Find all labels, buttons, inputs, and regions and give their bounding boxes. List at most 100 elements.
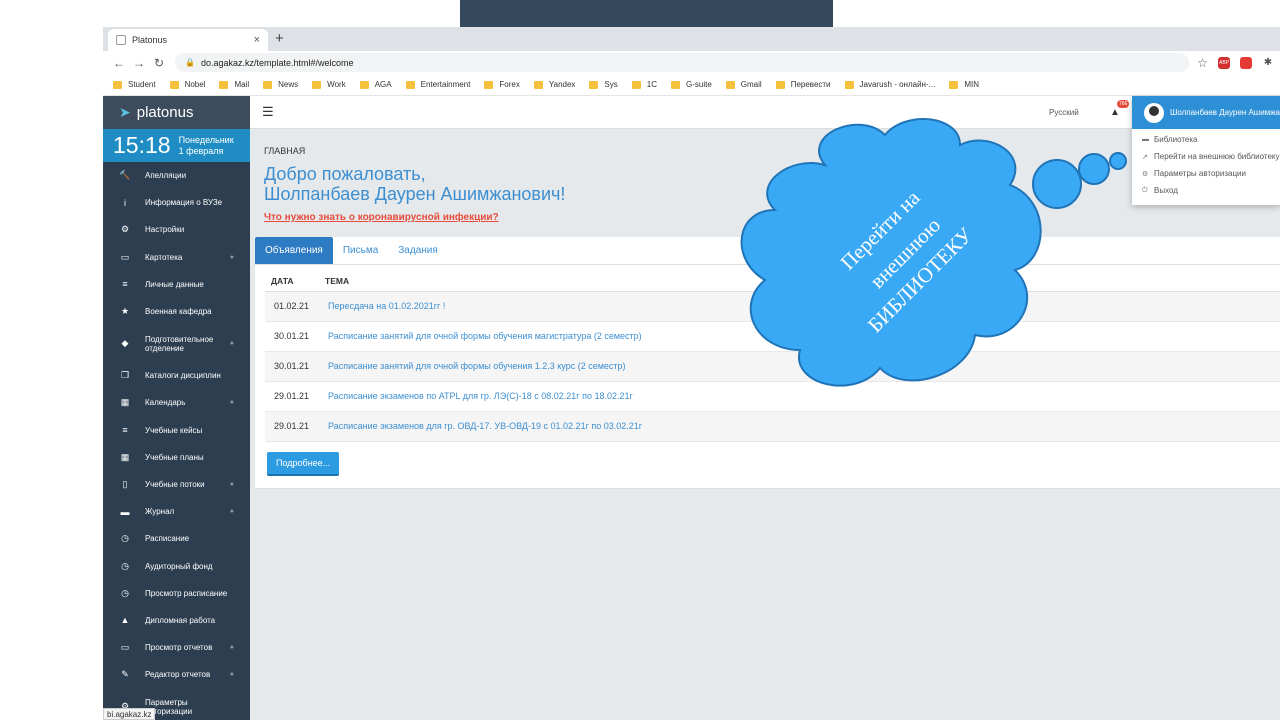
- sidebar-item[interactable]: ⚙ Настройки: [103, 216, 250, 243]
- bookmark-item[interactable]: Yandex: [533, 80, 576, 89]
- adblock-extension-icon[interactable]: ABP: [1218, 56, 1230, 69]
- bookmark-item[interactable]: Entertainment: [405, 80, 470, 89]
- sidebar-item[interactable]: ▦ Учебные планы: [103, 444, 250, 471]
- sidebar-item[interactable]: ≡ Учебные кейсы: [103, 417, 250, 444]
- bookmark-item[interactable]: MIN: [949, 80, 979, 89]
- bookmark-star-icon[interactable]: ☆: [1197, 56, 1208, 70]
- browser-tab[interactable]: Platonus ×: [108, 29, 268, 51]
- sidebar-item[interactable]: ✎ Редактор отчетов ●: [103, 661, 250, 688]
- user-menu-item[interactable]: ⏻ Выход: [1132, 182, 1280, 199]
- sidebar-item-label: Апелляции: [145, 171, 187, 181]
- user-menu-item[interactable]: ⚙ Параметры авторизации: [1132, 165, 1280, 182]
- sidebar-item[interactable]: ◷ Просмотр расписание: [103, 580, 250, 607]
- bookmark-item[interactable]: News: [263, 80, 298, 89]
- browser-chrome: Platonus × + ← → ↻ 🔒 do.agakaz.kz/templa…: [103, 27, 1280, 96]
- user-menu-item[interactable]: ▬ Библиотека: [1132, 131, 1280, 148]
- sidebar-item[interactable]: ▬ Журнал ●: [103, 498, 250, 525]
- bookmark-item[interactable]: 1C: [631, 80, 657, 89]
- user-menu-header[interactable]: Шолпанбаев Даурен Ашимжанович: [1132, 96, 1280, 129]
- folder-icon: [533, 80, 543, 89]
- sidebar-item[interactable]: ◷ Расписание: [103, 525, 250, 552]
- sidebar-item[interactable]: ≡ Личные данные: [103, 271, 250, 298]
- bookmark-label: G-suite: [686, 80, 712, 89]
- folder-icon: [263, 80, 273, 89]
- user-menu-item-label: Выход: [1154, 186, 1178, 195]
- folder-icon: [949, 80, 959, 89]
- extensions-puzzle-icon[interactable]: ✱: [1262, 57, 1274, 69]
- bookmark-label: 1C: [646, 80, 657, 89]
- notification-badge: 766: [1117, 100, 1130, 108]
- bookmark-label: Javarush - онлайн-...: [859, 80, 936, 89]
- sidebar: ➤ platonus 15:18 Понедельник 1 февраля 🔨…: [103, 96, 250, 720]
- user-menu-item-label: Параметры авторизации: [1154, 169, 1246, 178]
- file-icon: ▯: [122, 478, 128, 489]
- row-date: 30.01.21: [265, 321, 319, 352]
- tab-tasks[interactable]: Задания: [388, 237, 448, 264]
- platonus-logo-icon: ➤: [119, 104, 131, 120]
- bookmark-label: AGA: [374, 80, 392, 89]
- tab-announcements[interactable]: Объявления: [255, 237, 333, 264]
- sidebar-item[interactable]: ▭ Картотека ●: [103, 244, 250, 271]
- hamburger-icon[interactable]: ☰: [262, 104, 274, 120]
- row-topic-link[interactable]: Расписание экзаменов для гр. ОВД-17. УВ-…: [319, 411, 1280, 442]
- bookmark-item[interactable]: Sys: [589, 80, 618, 89]
- sidebar-item[interactable]: ▲ Дипломная работа: [103, 607, 250, 634]
- extension-icon[interactable]: [1240, 56, 1252, 69]
- bookmark-item[interactable]: Перевести: [775, 80, 831, 89]
- sidebar-item-label: Параметры авторизации: [145, 697, 193, 716]
- back-icon[interactable]: ←: [109, 56, 129, 70]
- bookmark-item[interactable]: Javarush - онлайн-...: [844, 80, 936, 89]
- bookmark-item[interactable]: Mail: [219, 80, 249, 89]
- bookmark-item[interactable]: Nobel: [169, 80, 205, 89]
- power-icon: ⏻: [1142, 186, 1148, 194]
- sidebar-item[interactable]: ❐ Каталоги дисциплин: [103, 362, 250, 389]
- folder-icon: [589, 80, 599, 89]
- url-field[interactable]: 🔒 do.agakaz.kz/template.html#/welcome: [175, 53, 1190, 72]
- top-dark-block: [460, 0, 833, 27]
- column-header-date: ДАТА: [265, 271, 319, 292]
- more-button[interactable]: Подробнее...: [267, 452, 340, 476]
- chevron-icon: ●: [229, 480, 234, 488]
- brand-logo[interactable]: ➤ platonus: [103, 96, 250, 129]
- tab-letters[interactable]: Письма: [333, 237, 388, 264]
- sidebar-item-label: Каталоги дисциплин: [145, 371, 221, 381]
- sidebar-item[interactable]: 🔨 Апелляции: [103, 162, 250, 189]
- sidebar-item[interactable]: ★ Военная кафедра: [103, 298, 250, 325]
- bookmark-item[interactable]: G-suite: [671, 80, 712, 89]
- sidebar-item-label: Календарь: [145, 398, 186, 408]
- thought-cloud-callout: Перейти на внешнюю БИБЛИОТЕКУ: [740, 118, 1127, 387]
- folder-icon: [725, 80, 735, 89]
- bookmark-label: Gmail: [740, 80, 762, 89]
- url-text: do.agakaz.kz/template.html#/welcome: [200, 57, 354, 68]
- forward-icon[interactable]: →: [129, 56, 149, 70]
- sidebar-item[interactable]: i Информация о ВУЗе: [103, 189, 250, 216]
- bookmark-label: Перевести: [790, 80, 831, 89]
- chevron-icon: ●: [229, 644, 234, 652]
- sidebar-item[interactable]: ◆ Подготовительное отделение ●: [103, 325, 250, 362]
- sidebar-item[interactable]: ▦ Календарь ●: [103, 389, 250, 416]
- sidebar-item-label: Просмотр расписание: [145, 588, 228, 598]
- sidebar-item[interactable]: ▯ Учебные потоки ●: [103, 471, 250, 498]
- bookmark-label: Yandex: [548, 80, 576, 89]
- sidebar-item[interactable]: ▭ Просмотр отчетов ●: [103, 634, 250, 661]
- new-tab-icon[interactable]: +: [275, 30, 284, 47]
- bookmark-label: Mail: [234, 80, 250, 89]
- sidebar-item[interactable]: ◷ Аудиторный фонд: [103, 552, 250, 579]
- bookmark-item[interactable]: Gmail: [725, 80, 762, 89]
- bookmark-item[interactable]: AGA: [359, 80, 392, 89]
- reload-icon[interactable]: ↻: [149, 56, 169, 70]
- bookmark-item[interactable]: Student: [113, 80, 156, 89]
- user-menu-item[interactable]: ↗ Перейти на внешнюю библиотеку: [1132, 148, 1280, 165]
- sidebar-item-label: Военная кафедра: [145, 307, 212, 317]
- external-link-icon: ↗: [1142, 153, 1148, 161]
- folder-icon: [312, 80, 322, 89]
- sidebar-item-label: Информация о ВУЗе: [145, 198, 223, 208]
- sidebar-item-label: Аудиторный фонд: [145, 561, 213, 571]
- bookmark-item[interactable]: Work: [312, 80, 346, 89]
- bookmark-label: Student: [128, 80, 156, 89]
- chevron-icon: ●: [229, 671, 234, 679]
- lock-icon: 🔒: [185, 58, 195, 67]
- user-menu-item-label: Перейти на внешнюю библиотеку: [1154, 152, 1280, 161]
- bookmark-item[interactable]: Forex: [484, 80, 520, 89]
- close-tab-icon[interactable]: ×: [254, 34, 260, 46]
